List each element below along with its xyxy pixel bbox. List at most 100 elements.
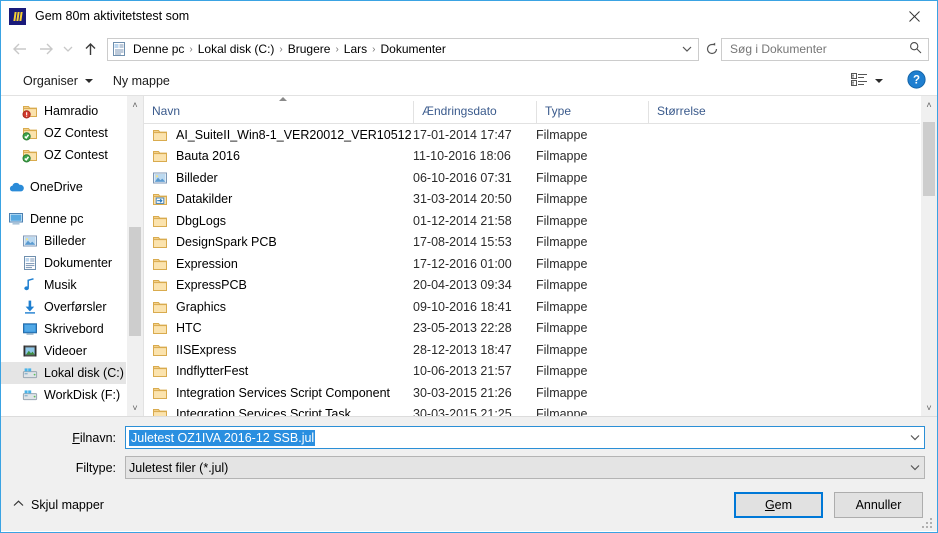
help-icon: ? <box>906 69 926 92</box>
sidebar-item-label: OZ Contest <box>44 126 108 140</box>
sidebar-item-workdisk-f[interactable]: WorkDisk (F:) <box>1 384 143 406</box>
cancel-button[interactable]: Annuller <box>834 491 923 518</box>
file-name: DesignSpark PCB <box>176 235 277 250</box>
file-name-cell: Datakilder <box>144 191 413 207</box>
file-type: Filmappe <box>536 407 588 416</box>
sidebar-item-onedrive[interactable]: OneDrive <box>1 176 143 198</box>
folder-icon <box>152 277 170 293</box>
search-input[interactable] <box>730 42 909 56</box>
folder-icon <box>152 148 170 164</box>
breadcrumb-item-4[interactable]: Dokumenter <box>376 41 449 57</box>
sidebar-scrollbar[interactable]: ˄ ˅ <box>126 96 143 416</box>
sidebar-item-denne-pc[interactable]: Denne pc <box>1 208 143 230</box>
folder-icon <box>152 127 170 143</box>
table-row[interactable]: Integration Services Script Task 30-03-20… <box>144 404 937 416</box>
sidebar-item-lokal-disk-c[interactable]: Lokal disk (C:) <box>1 362 143 384</box>
sidebar-item-label: Billeder <box>44 234 86 248</box>
table-row[interactable]: AI_SuiteII_Win8-1_VER20012_VER10512 17-01… <box>144 124 937 146</box>
column-header-date[interactable]: Ændringsdato <box>413 101 536 123</box>
folder-sync-ok-icon <box>21 125 39 141</box>
column-header-size[interactable]: Størrelse <box>648 101 748 123</box>
filename-value[interactable]: Juletest OZ1IVA 2016-12 SSB.jul <box>129 429 316 446</box>
table-row[interactable]: Billeder 06-10-2016 07:31 Filmappe <box>144 167 937 189</box>
address-dropdown-icon[interactable] <box>678 39 696 60</box>
file-name-cell: Expression <box>144 256 413 272</box>
sidebar-item-hamradio[interactable]: Hamradio <box>1 100 143 122</box>
scroll-down-icon[interactable]: ˅ <box>921 399 937 416</box>
filename-field[interactable]: Juletest OZ1IVA 2016-12 SSB.jul <box>125 426 925 449</box>
folder-icon <box>152 363 170 379</box>
sidebar-item-musik[interactable]: Musik <box>1 274 143 296</box>
file-list-scrollbar[interactable]: ˄ ˅ <box>920 96 937 416</box>
table-row[interactable]: DesignSpark PCB 17-08-2014 15:53 Filmappe <box>144 232 937 254</box>
sidebar-item-skrivebord[interactable]: Skrivebord <box>1 318 143 340</box>
hide-folders-toggle[interactable]: Skjul mapper <box>13 498 104 512</box>
table-row[interactable]: Bauta 2016 11-10-2016 18:06 Filmappe <box>144 146 937 168</box>
drive-icon <box>21 387 39 403</box>
breadcrumb-item-2[interactable]: Brugere <box>284 41 335 57</box>
scroll-down-icon[interactable]: ˅ <box>127 399 143 416</box>
folder-icon <box>152 342 170 358</box>
scroll-up-icon[interactable]: ˄ <box>921 96 937 113</box>
window-title: Gem 80m aktivitetstest som <box>35 9 190 23</box>
sidebar-item-dokumenter[interactable]: Dokumenter <box>1 252 143 274</box>
table-row[interactable]: IndflytterFest 10-06-2013 21:57 Filmappe <box>144 361 937 383</box>
chevron-down-icon[interactable] <box>906 434 923 441</box>
table-row[interactable]: Datakilder 31-03-2014 20:50 Filmappe <box>144 189 937 211</box>
file-date: 30-03-2015 21:25 <box>413 407 512 416</box>
table-row[interactable]: Expression 17-12-2016 01:00 Filmappe <box>144 253 937 275</box>
column-header-type[interactable]: Type <box>536 101 648 123</box>
forward-icon[interactable] <box>33 36 59 62</box>
filetype-dropdown[interactable]: Juletest filer (*.jul) <box>125 456 925 479</box>
search-icon[interactable] <box>909 41 922 57</box>
table-row[interactable]: ExpressPCB 20-04-2013 09:34 Filmappe <box>144 275 937 297</box>
resize-grip[interactable] <box>922 518 934 530</box>
table-row[interactable]: Integration Services Script Component 30-… <box>144 382 937 404</box>
breadcrumb-item-0[interactable]: Denne pc <box>129 41 188 57</box>
save-button[interactable]: Gem <box>734 491 823 518</box>
scroll-up-icon[interactable]: ˄ <box>127 96 143 113</box>
column-header-name[interactable]: Navn <box>144 97 413 123</box>
sidebar-item-videoer[interactable]: Videoer <box>1 340 143 362</box>
sidebar-item-label: WorkDisk (F:) <box>44 388 121 402</box>
up-icon[interactable] <box>77 36 103 62</box>
back-icon[interactable] <box>7 36 33 62</box>
sidebar-item-label: Dokumenter <box>44 256 113 270</box>
file-date: 31-03-2014 20:50 <box>413 192 512 207</box>
file-date: 30-03-2015 21:26 <box>413 385 512 400</box>
drive-icon <box>21 365 39 381</box>
recent-locations-icon[interactable] <box>59 36 77 62</box>
sidebar-item-billeder[interactable]: Billeder <box>1 230 143 252</box>
table-row[interactable]: Graphics 09-10-2016 18:41 Filmappe <box>144 296 937 318</box>
address-bar[interactable]: Denne pc › Lokal disk (C:) › Brugere › L… <box>107 37 699 61</box>
sidebar-item-overf-rsler[interactable]: Overførsler <box>1 296 143 318</box>
close-icon[interactable] <box>891 1 937 31</box>
sidebar-item-oz-contest[interactable]: OZ Contest <box>1 144 143 166</box>
search-box[interactable] <box>721 37 929 61</box>
table-row[interactable]: DbgLogs 01-12-2014 21:58 Filmappe <box>144 210 937 232</box>
breadcrumb-item-3[interactable]: Lars <box>340 41 371 57</box>
view-options-button[interactable] <box>845 69 887 93</box>
scrollbar-thumb[interactable] <box>129 227 141 337</box>
table-row[interactable]: IISExpress 28-12-2013 18:47 Filmappe <box>144 339 937 361</box>
videos-icon <box>21 343 39 359</box>
file-type: Filmappe <box>536 213 588 228</box>
file-name: DbgLogs <box>176 213 227 228</box>
breadcrumb-item-1[interactable]: Lokal disk (C:) <box>194 41 279 57</box>
file-type: Filmappe <box>536 278 588 293</box>
new-folder-button[interactable]: Ny mappe <box>105 71 178 91</box>
onedrive-icon <box>7 179 25 195</box>
sidebar-item-oz-contest[interactable]: OZ Contest <box>1 122 143 144</box>
chevron-down-icon[interactable] <box>906 464 923 471</box>
file-type: Filmappe <box>536 235 588 250</box>
sidebar-item-list: Hamradio OZ Contest OZ Contest OneDrive Denn… <box>1 100 143 406</box>
table-row[interactable]: HTC 23-05-2013 22:28 Filmappe <box>144 318 937 340</box>
refresh-icon[interactable] <box>703 36 721 62</box>
footer-buttons: Gem Annuller <box>734 491 923 518</box>
toolbar-right-group: ? <box>845 69 927 93</box>
organize-button[interactable]: Organiser <box>15 71 101 91</box>
file-name-cell: HTC <box>144 320 413 336</box>
scrollbar-thumb[interactable] <box>923 121 935 196</box>
help-button[interactable]: ? <box>905 69 927 92</box>
